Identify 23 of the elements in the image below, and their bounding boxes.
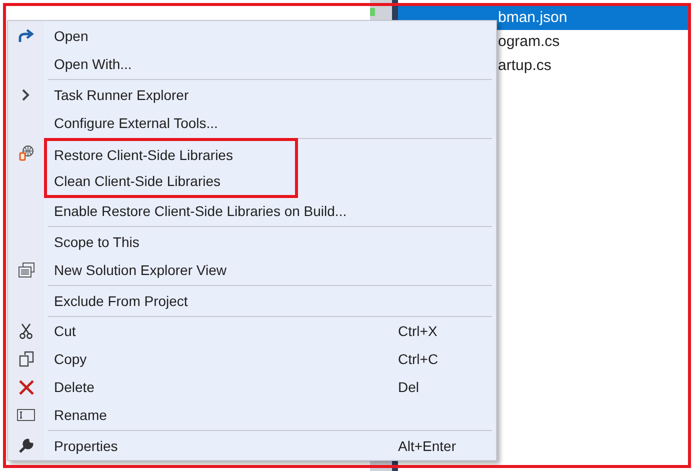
globe-device-icon	[18, 145, 34, 162]
menu-item[interactable]: Copy Ctrl+C	[44, 345, 496, 374]
menu-item[interactable]: Clean Client-Side Libraries	[47, 168, 295, 194]
menu-item[interactable]: Scope to This	[44, 228, 496, 256]
scissors-icon	[19, 323, 33, 340]
redo-arrow-icon	[18, 29, 34, 43]
rename-icon	[17, 409, 35, 422]
menu-item[interactable]: Open With...	[44, 50, 496, 78]
menu-item[interactable]: Configure External Tools...	[44, 108, 496, 137]
menu-item[interactable]: Task Runner Explorer	[44, 80, 496, 109]
menu-item[interactable]: Enable Restore Client-Side Libraries on Build...	[44, 197, 496, 226]
windows-icon	[18, 262, 34, 278]
copy-icon	[18, 351, 34, 368]
menu-item[interactable]: Cut Ctrl+X	[44, 317, 496, 346]
menu-item[interactable]: Exclude From Project	[44, 286, 496, 315]
delete-icon	[18, 380, 34, 395]
chevron-right-icon	[22, 88, 30, 101]
menu-item[interactable]: New Solution Explorer View	[44, 256, 496, 284]
wrench-icon	[18, 438, 34, 454]
menu-item[interactable]: Rename	[44, 401, 496, 430]
menu-item[interactable]: Properties Alt+Enter	[44, 432, 496, 460]
menu-item[interactable]: Restore Client-Side Libraries	[47, 142, 295, 168]
menu-item[interactable]: Delete Del	[44, 373, 496, 402]
